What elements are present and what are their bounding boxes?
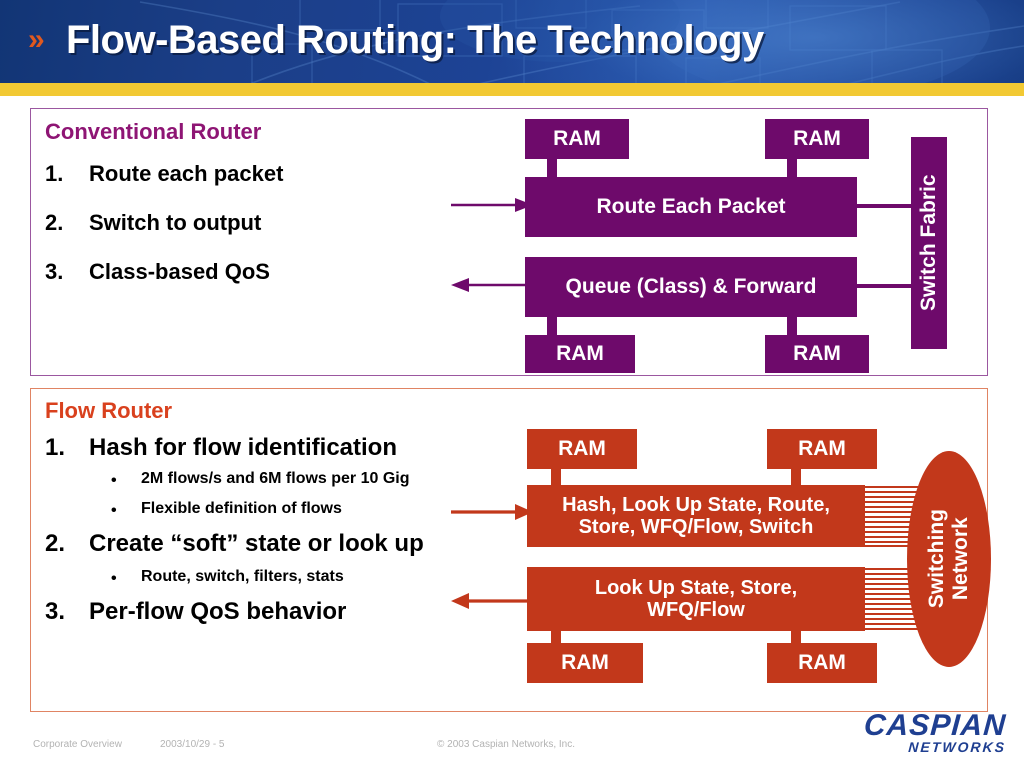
footer-copyright-label: © 2003 Caspian Networks, Inc.: [437, 739, 575, 750]
footer-date-label: 2003/10/29 - 5: [160, 739, 225, 750]
conventional-item-1-marker: 1.: [45, 161, 64, 186]
flow-bar-lookup-line1: Look Up State, Store,: [594, 576, 798, 599]
caspian-networks-logo: CASPIAN NETWORKS: [816, 709, 1008, 758]
flow-bar-hash-line1: Hash, Look Up State, Route,: [562, 493, 830, 516]
flow-item-1-sub-1-text: 2M flows/s and 6M flows per 10 Gig: [141, 470, 410, 487]
flow-bar-hash-line2: Store, WFQ/Flow, Switch: [578, 516, 814, 538]
flow-ram-top-left: RAM: [527, 429, 637, 469]
conventional-ram-stub-bottom-left: [547, 317, 557, 336]
header-gold-band: [0, 83, 1024, 96]
flow-ram-bottom-left: RAM: [527, 643, 643, 683]
flow-item-1-marker: 1.: [45, 434, 66, 461]
flow-item-3-text: Per-flow QoS behavior: [89, 598, 347, 625]
flow-item-3-marker: 3.: [45, 598, 66, 625]
conventional-item-2-marker: 2.: [45, 210, 64, 235]
conventional-ram-bottom-right: RAM: [765, 335, 869, 373]
flow-item-2-sub-1-bullet: •: [111, 570, 117, 587]
flow-item-2-text: Create “soft” state or look up: [89, 530, 424, 557]
flow-switching-network-line1: Switching: [924, 509, 948, 609]
flow-bar-lookup: Look Up State, Store, WFQ/Flow: [527, 567, 865, 631]
flow-item-2-marker: 2.: [45, 530, 66, 557]
flow-ram-bottom-right: RAM: [767, 643, 877, 683]
flow-output-arrow-icon: [451, 593, 535, 609]
conventional-ram-stub-top-right: [787, 159, 797, 178]
conventional-ram-stub-top-left: [547, 159, 557, 178]
flow-router-heading: Flow Router: [45, 398, 173, 423]
flow-input-arrow-icon: [451, 504, 533, 520]
double-chevron-right-icon: »: [28, 23, 45, 56]
conventional-item-3-marker: 3.: [45, 259, 64, 284]
page-title: Flow-Based Routing: The Technology: [66, 18, 764, 62]
conventional-fabric-link-top: [857, 204, 915, 208]
flow-item-1-text: Hash for flow identification: [89, 434, 398, 461]
conventional-ram-stub-bottom-right: [787, 317, 797, 336]
conventional-ram-top-right: RAM: [765, 119, 869, 159]
logo-main-text: CASPIAN: [862, 709, 1008, 742]
flow-switching-network: Switching Network: [907, 451, 991, 667]
flow-item-1-sub-2-text: Flexible definition of flows: [141, 500, 342, 517]
flow-ram-top-right: RAM: [767, 429, 877, 469]
conventional-bar-queue: Queue (Class) & Forward: [525, 257, 857, 317]
flow-bar-hash: Hash, Look Up State, Route, Store, WFQ/F…: [527, 485, 865, 547]
flow-router-panel: Flow Router 1. Hash for flow identificat…: [30, 388, 991, 712]
logo-sub-text: NETWORKS: [907, 739, 1007, 755]
conventional-router-heading: Conventional Router: [45, 119, 262, 144]
conventional-input-arrow-icon: [451, 198, 533, 212]
conventional-item-2-text: Switch to output: [89, 210, 262, 235]
conventional-ram-bottom-left: RAM: [525, 335, 635, 373]
flow-item-1-sub-1-bullet: •: [111, 472, 117, 489]
conventional-item-1-text: Route each packet: [89, 161, 284, 186]
flow-bar-lookup-line2: WFQ/Flow: [647, 599, 745, 621]
conventional-output-arrow-icon: [451, 278, 535, 292]
slide-header: » Flow-Based Routing: The Technology: [0, 0, 1024, 83]
conventional-switch-fabric: Switch Fabric: [911, 137, 947, 349]
flow-switching-network-label: Switching Network: [925, 509, 973, 608]
footer-left-label: Corporate Overview: [33, 739, 122, 750]
conventional-ram-top-left: RAM: [525, 119, 629, 159]
conventional-router-panel: Conventional Router 1. Route each packet…: [30, 108, 988, 376]
conventional-bar-route: Route Each Packet: [525, 177, 857, 237]
conventional-fabric-link-bottom: [857, 284, 915, 288]
flow-switching-network-line2: Network: [949, 517, 972, 601]
flow-item-1-sub-2-bullet: •: [111, 502, 117, 519]
flow-item-2-sub-1-text: Route, switch, filters, stats: [141, 568, 344, 585]
conventional-item-3-text: Class-based QoS: [89, 259, 270, 284]
